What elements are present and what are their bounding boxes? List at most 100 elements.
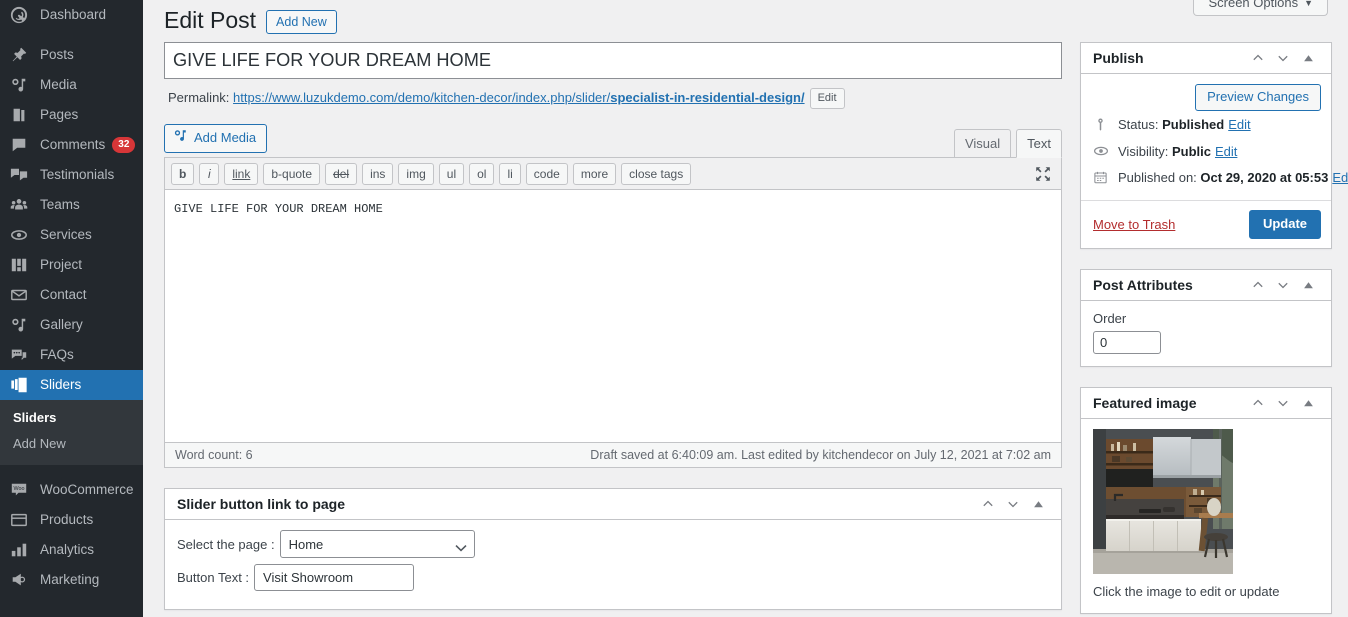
sidebar-item-faqs[interactable]: FAQs (0, 340, 143, 370)
select-page-dropdown[interactable]: Home (279, 530, 475, 558)
quicktag-close-tags[interactable]: close tags (621, 163, 692, 185)
sidebar-item-woocommerce[interactable]: Woo WooCommerce (0, 475, 143, 505)
edit-permalink-button[interactable]: Edit (809, 88, 845, 109)
quicktag-i[interactable]: i (199, 163, 220, 185)
testimonials-icon (10, 165, 34, 185)
editor-wrap: b i link b-quote del ins img ul ol li co… (164, 157, 1062, 468)
sidebar-item-pages[interactable]: Pages (0, 100, 143, 130)
media-icon (10, 75, 34, 95)
sidebar-item-testimonials[interactable]: Testimonials (0, 160, 143, 190)
move-down-icon[interactable] (1002, 493, 1024, 515)
toggle-panel-icon[interactable] (1297, 47, 1319, 69)
post-body: Permalink: https://www.luzukdemo.com/dem… (164, 42, 1348, 617)
sidebar-item-contact[interactable]: Contact (0, 280, 143, 310)
status-label: Status: (1118, 117, 1159, 132)
sidebar-subitem-add-new[interactable]: Add New (0, 431, 143, 457)
move-up-icon[interactable] (1247, 274, 1269, 296)
sidebar-item-comments[interactable]: Comments 32 (0, 130, 143, 160)
teams-icon (10, 195, 34, 215)
marketing-icon (10, 570, 34, 590)
quicktag-del[interactable]: del (325, 163, 358, 185)
permalink-prefix: https://www.luzukdemo.com/demo/kitchen-d… (233, 90, 611, 105)
add-media-button[interactable]: Add Media (164, 124, 268, 153)
screen-options-button[interactable]: Screen Options ▼ (1193, 0, 1328, 16)
sidebar-item-project[interactable]: Project (0, 250, 143, 280)
add-new-button[interactable]: Add New (266, 10, 337, 34)
move-down-icon[interactable] (1272, 274, 1294, 296)
featured-image-header: Featured image (1081, 388, 1331, 419)
preview-changes-button[interactable]: Preview Changes (1195, 84, 1321, 111)
move-down-icon[interactable] (1272, 392, 1294, 414)
toggle-panel-icon[interactable] (1027, 493, 1049, 515)
sidebar-item-marketing[interactable]: Marketing (0, 565, 143, 595)
quicktag-img[interactable]: img (398, 163, 434, 185)
tab-text[interactable]: Text (1016, 129, 1062, 158)
move-to-trash-link[interactable]: Move to Trash (1093, 217, 1175, 232)
featured-image-metabox: Featured image Click the image to edit o… (1080, 387, 1332, 614)
quicktag-b[interactable]: b (171, 163, 195, 185)
update-button[interactable]: Update (1248, 210, 1321, 239)
publish-handle-actions (1247, 47, 1319, 69)
menu-order-input[interactable] (1093, 331, 1161, 354)
status-value: Published (1162, 117, 1225, 132)
media-icon (173, 128, 188, 148)
sidebar-item-label: Posts (40, 47, 74, 62)
sidebar-item-products[interactable]: Products (0, 505, 143, 535)
calendar-icon (1093, 170, 1113, 185)
sidebar-subitem-sliders[interactable]: Sliders (0, 405, 143, 431)
move-down-icon[interactable] (1272, 47, 1294, 69)
sidebar-item-sliders[interactable]: Sliders (0, 370, 143, 400)
permalink-link[interactable]: https://www.luzukdemo.com/demo/kitchen-d… (233, 90, 805, 105)
quicktag-link[interactable]: link (224, 163, 259, 185)
sidebar-item-label: Contact (40, 287, 87, 302)
edit-visibility-link[interactable]: Edit (1215, 144, 1237, 159)
move-up-icon[interactable] (1247, 47, 1269, 69)
editor-mode-tabs: Visual Text (949, 124, 1062, 158)
quicktag-ul[interactable]: ul (438, 163, 465, 185)
autosave-info: Draft saved at 6:40:09 am. Last edited b… (590, 447, 1051, 462)
move-up-icon[interactable] (1247, 392, 1269, 414)
button-text-input[interactable] (254, 564, 415, 591)
sidebar-separator-2 (0, 465, 143, 475)
select-page-wrap: Home (279, 530, 475, 558)
button-text-row: Button Text : (177, 564, 1049, 591)
products-icon (10, 510, 34, 530)
sidebar-item-label: Marketing (40, 572, 100, 587)
distraction-free-icon[interactable] (1033, 164, 1053, 184)
quicktag-ol[interactable]: ol (469, 163, 495, 185)
move-up-icon[interactable] (977, 493, 999, 515)
sidebar-item-gallery[interactable]: Gallery (0, 310, 143, 340)
order-label: Order (1093, 311, 1127, 326)
featured-image-thumbnail[interactable] (1093, 429, 1233, 574)
toggle-panel-icon[interactable] (1297, 392, 1319, 414)
publish-inside: Preview Changes Status: Published Edit V… (1081, 74, 1348, 248)
wp-admin-screen: Dashboard Posts Media Pages Comments 32 … (0, 0, 1348, 617)
pin-key-icon (1093, 117, 1113, 132)
sidebar-item-teams[interactable]: Teams (0, 190, 143, 220)
sidebar-item-analytics[interactable]: Analytics (0, 535, 143, 565)
post-content-textarea[interactable]: GIVE LIFE FOR YOUR DREAM HOME (165, 190, 1061, 442)
sidebar-item-media[interactable]: Media (0, 70, 143, 100)
toggle-panel-icon[interactable] (1297, 274, 1319, 296)
select-page-row: Select the page : Home (177, 530, 1049, 558)
status-row: Status: Published Edit (1093, 111, 1321, 137)
sidebar-item-dashboard[interactable]: Dashboard (0, 0, 143, 30)
post-attributes-handle-actions (1247, 274, 1319, 296)
sidebar-item-label: Dashboard (40, 7, 107, 22)
tab-visual[interactable]: Visual (953, 129, 1012, 157)
sidebar-item-posts[interactable]: Posts (0, 40, 143, 70)
quicktag-more[interactable]: more (572, 163, 617, 185)
sidebar-metaboxes: Publish Preview Changes Status: Publishe… (1080, 42, 1348, 617)
quicktag-code[interactable]: code (525, 163, 568, 185)
sidebar-item-services[interactable]: Services (0, 220, 143, 250)
post-attributes-inside: Order (1081, 301, 1331, 366)
quicktag-ins[interactable]: ins (362, 163, 394, 185)
quicktag-b-quote[interactable]: b-quote (263, 163, 321, 185)
screen-meta-links: Screen Options ▼ (1193, 0, 1328, 16)
edit-status-link[interactable]: Edit (1228, 117, 1250, 132)
preview-row: Preview Changes (1093, 84, 1321, 111)
quicktag-li[interactable]: li (499, 163, 521, 185)
pages-icon (10, 105, 34, 125)
edit-published-link[interactable]: Edit (1332, 170, 1348, 185)
post-title-input[interactable] (164, 42, 1062, 79)
